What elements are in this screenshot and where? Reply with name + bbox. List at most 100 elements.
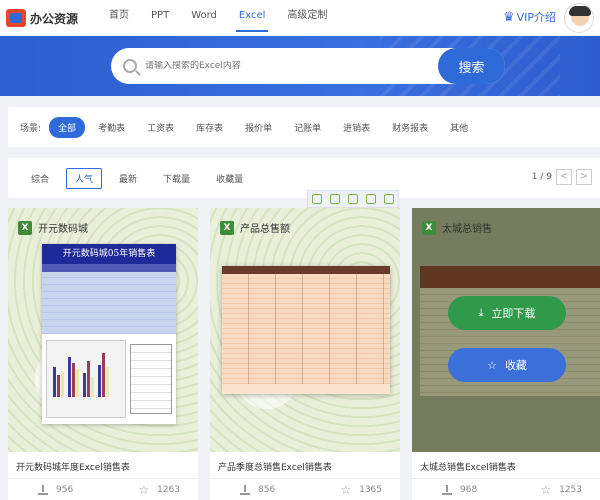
pager: 1 / 9 < > [532, 169, 592, 185]
download-icon: ⤓ [478, 306, 484, 319]
sheet-rows [42, 264, 176, 334]
download-count: 856 [240, 484, 276, 495]
vip-link[interactable]: ♛ VIP介绍 [503, 9, 556, 25]
card-title[interactable]: 产品季度总销售Excel销售表 [218, 460, 332, 473]
download-value: 968 [460, 484, 478, 495]
share-icon[interactable] [366, 194, 376, 204]
top-nav: 办公资源 首页 PPT Word Excel 高级定制 ♛ VIP介绍 [0, 0, 600, 36]
star-icon: ☆ [487, 358, 497, 372]
logo-icon [6, 9, 26, 27]
nav-custom[interactable]: 高级定制 [276, 0, 338, 36]
download-count: 968 [442, 484, 478, 495]
sort-favorites[interactable]: 收藏量 [207, 168, 252, 189]
chip-ledger[interactable]: 记账单 [285, 117, 330, 138]
card-tag-label: 开元数码城 [38, 224, 88, 235]
nav-home[interactable]: 首页 [98, 0, 140, 36]
mobile-icon[interactable] [312, 194, 322, 204]
chip-sales[interactable]: 进销表 [334, 117, 379, 138]
download-now-button[interactable]: ⤓ 立即下载 [448, 296, 566, 330]
card-toolbar [307, 190, 399, 208]
card-stats: 856 ☆ 1365 [210, 478, 400, 500]
star-icon: ☆ [138, 482, 150, 497]
favorite-value: 1253 [559, 484, 582, 495]
excel-icon: X [220, 220, 234, 235]
search-icon [123, 59, 137, 73]
sheet-rows [222, 274, 390, 384]
card-thumbnail[interactable]: X 产品总售额 [210, 208, 400, 452]
favorite-count: ☆ 1253 [540, 482, 582, 497]
search-box: 搜索 [111, 48, 505, 84]
expand-icon[interactable] [330, 194, 340, 204]
card-tag: X 产品总售额 [220, 220, 290, 235]
sheet-chart [46, 340, 126, 418]
spreadsheet-preview: 开元数码城05年销售表 [42, 244, 176, 424]
card-thumbnail[interactable]: X 太城总销售 ⤓ 立即下载 ☆ 收藏 [412, 208, 600, 452]
sort-popular[interactable]: 人气 [66, 167, 103, 189]
excel-icon: X [18, 220, 32, 235]
card-stats: 968 ☆ 1253 [412, 478, 600, 500]
template-card[interactable]: X 产品总售额 产品季度总销售Excel销售表 856 ☆ 1365 [210, 208, 400, 500]
star-icon: ☆ [340, 482, 352, 497]
template-card[interactable]: X 太城总销售 ⤓ 立即下载 ☆ 收藏 太城总销售Excel销售表 968 ☆ … [412, 208, 600, 500]
favorite-button[interactable]: ☆ 收藏 [448, 348, 566, 382]
card-title[interactable]: 太城总销售Excel销售表 [420, 460, 516, 473]
chip-other[interactable]: 其他 [441, 117, 477, 138]
download-icon [442, 484, 452, 495]
favorite-count: ☆ 1263 [138, 482, 180, 497]
search-banner: 搜索 [0, 36, 600, 96]
template-card[interactable]: X 开元数码城 开元数码城05年销售表 开元数码城年度Excel销售表 956 … [8, 208, 198, 500]
download-icon [240, 484, 250, 495]
download-now-label: 立即下载 [491, 307, 536, 320]
page-indicator: 1 / 9 [531, 172, 552, 182]
sort-downloads[interactable]: 下载量 [154, 168, 199, 189]
chip-finance[interactable]: 财务报表 [383, 117, 437, 138]
nav-links: 首页 PPT Word Excel 高级定制 [98, 0, 338, 36]
card-tag-label: 太城总销售 [442, 224, 492, 235]
prev-page-button[interactable]: < [556, 169, 572, 185]
download-value: 956 [56, 484, 74, 495]
sheet-legend [130, 344, 172, 414]
sheet-title: 开元数码城05年销售表 [42, 244, 176, 264]
sort-bar: 综合 人气 最新 下载量 收藏量 1 / 9 < > [8, 158, 600, 198]
search-input[interactable] [145, 61, 435, 71]
nav-ppt[interactable]: PPT [140, 0, 180, 36]
star-icon: ☆ [540, 482, 552, 497]
favorite-value: 1365 [359, 484, 382, 495]
excel-icon: X [422, 220, 436, 235]
download-icon [38, 484, 48, 495]
chart-bars [53, 353, 110, 397]
spreadsheet-preview [222, 266, 390, 394]
logo[interactable]: 办公资源 [6, 9, 78, 27]
favorite-count: ☆ 1365 [340, 482, 382, 497]
logo-text: 办公资源 [30, 11, 79, 26]
card-thumbnail[interactable]: X 开元数码城 开元数码城05年销售表 [8, 208, 198, 452]
save-icon[interactable] [348, 194, 358, 204]
vip-label: VIP介绍 [516, 11, 556, 24]
avatar[interactable] [564, 3, 594, 33]
crown-icon: ♛ [502, 9, 515, 25]
favorite-value: 1263 [157, 484, 180, 495]
chip-quote[interactable]: 报价单 [236, 117, 281, 138]
search-button[interactable]: 搜索 [438, 48, 505, 84]
chip-attendance[interactable]: 考勤表 [89, 117, 134, 138]
scene-filter: 场景: 全部 考勤表 工资表 库存表 报价单 记账单 进销表 财务报表 其他 [8, 107, 600, 147]
sheet-header [222, 266, 390, 274]
favorite-label: 收藏 [504, 359, 527, 372]
card-stats: 956 ☆ 1263 [8, 478, 198, 500]
card-title[interactable]: 开元数码城年度Excel销售表 [16, 460, 130, 473]
next-page-button[interactable]: > [576, 169, 592, 185]
chip-all[interactable]: 全部 [49, 116, 86, 138]
filter-label: 场景: [20, 123, 42, 134]
settings-icon[interactable] [384, 194, 394, 204]
avatar-hair [569, 6, 591, 16]
card-tag: X 太城总销售 [422, 220, 492, 235]
chip-inventory[interactable]: 库存表 [187, 117, 232, 138]
sort-overall[interactable]: 综合 [22, 168, 58, 189]
nav-excel[interactable]: Excel [228, 0, 277, 36]
sort-newest[interactable]: 最新 [110, 168, 146, 189]
download-count: 956 [38, 484, 74, 495]
nav-word[interactable]: Word [180, 0, 228, 36]
chip-salary[interactable]: 工资表 [138, 117, 183, 138]
download-value: 856 [258, 484, 276, 495]
card-tag: X 开元数码城 [18, 220, 88, 235]
